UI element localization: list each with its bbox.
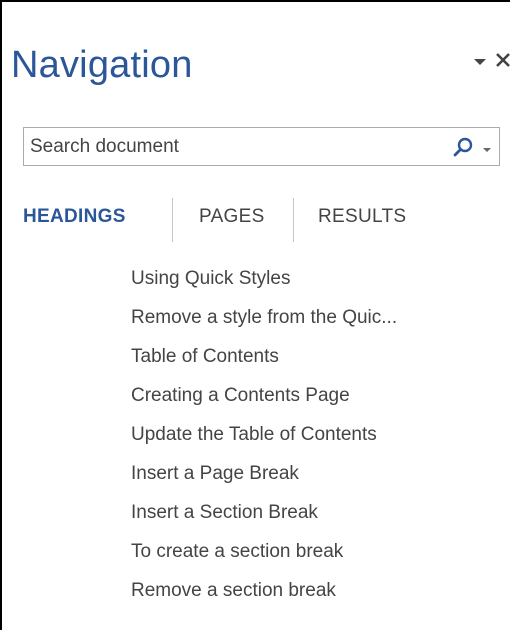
- close-pane-button[interactable]: [492, 49, 510, 71]
- tab-headings[interactable]: HEADINGS: [23, 206, 126, 228]
- heading-item[interactable]: Table of Contents: [131, 342, 501, 381]
- pane-title: Navigation: [11, 44, 193, 86]
- tab-divider: [172, 198, 173, 242]
- tab-results[interactable]: RESULTS: [318, 206, 406, 228]
- search-options-dropdown[interactable]: [481, 142, 493, 152]
- tab-pages[interactable]: PAGES: [199, 206, 265, 228]
- search-input[interactable]: [26, 128, 429, 165]
- chevron-down-icon: [483, 148, 491, 152]
- heading-item[interactable]: Creating a Contents Page: [131, 381, 501, 420]
- chevron-down-icon: [474, 59, 486, 65]
- heading-item[interactable]: Using Quick Styles: [131, 264, 501, 303]
- heading-item[interactable]: To create a section break: [131, 537, 501, 576]
- heading-item[interactable]: Insert a Section Break: [131, 498, 501, 537]
- tab-divider: [293, 198, 294, 242]
- pane-options-button[interactable]: [472, 54, 488, 70]
- heading-item[interactable]: Remove a section break: [131, 576, 501, 615]
- navigation-tabs: HEADINGS PAGES RESULTS: [23, 198, 503, 242]
- headings-list: Using Quick Styles Remove a style from t…: [131, 264, 501, 615]
- search-box: [23, 127, 500, 166]
- search-button[interactable]: [452, 136, 474, 158]
- magnifier-icon: [453, 137, 473, 157]
- heading-item[interactable]: Remove a style from the Quic...: [131, 303, 501, 342]
- close-icon: [496, 53, 510, 67]
- heading-item[interactable]: Update the Table of Contents: [131, 420, 501, 459]
- heading-item[interactable]: Insert a Page Break: [131, 459, 501, 498]
- navigation-pane: Navigation HEADINGS PAGES RESULT: [0, 0, 510, 630]
